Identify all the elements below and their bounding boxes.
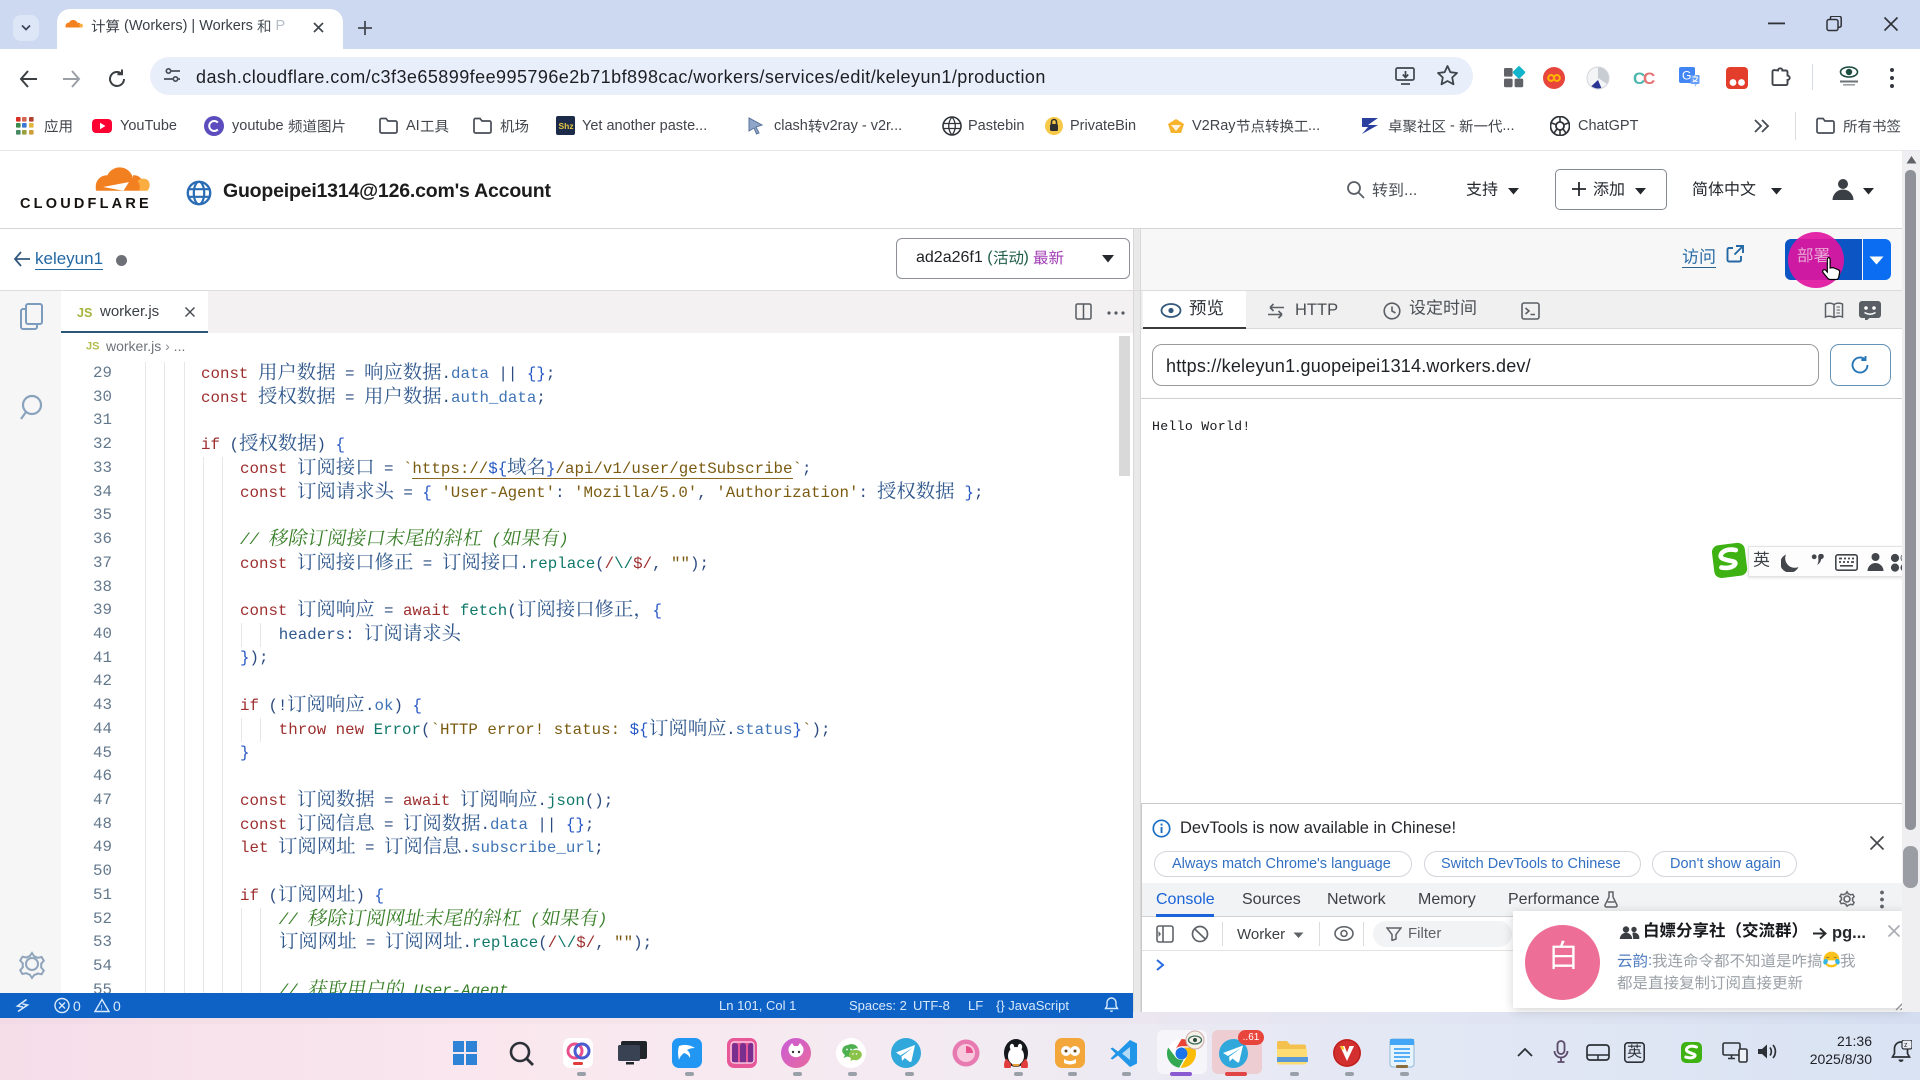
- svg-text:0: 0: [73, 998, 81, 1014]
- svg-text:G: G: [1682, 69, 1691, 83]
- svg-text:Shz: Shz: [559, 121, 574, 131]
- svg-text:!: !: [101, 1005, 103, 1012]
- svg-text:z: z: [1904, 1042, 1908, 1049]
- svg-text:C: C: [1643, 69, 1655, 88]
- svg-text:JS: JS: [77, 306, 92, 320]
- svg-text:0: 0: [113, 998, 121, 1014]
- svg-text:JS: JS: [86, 341, 99, 353]
